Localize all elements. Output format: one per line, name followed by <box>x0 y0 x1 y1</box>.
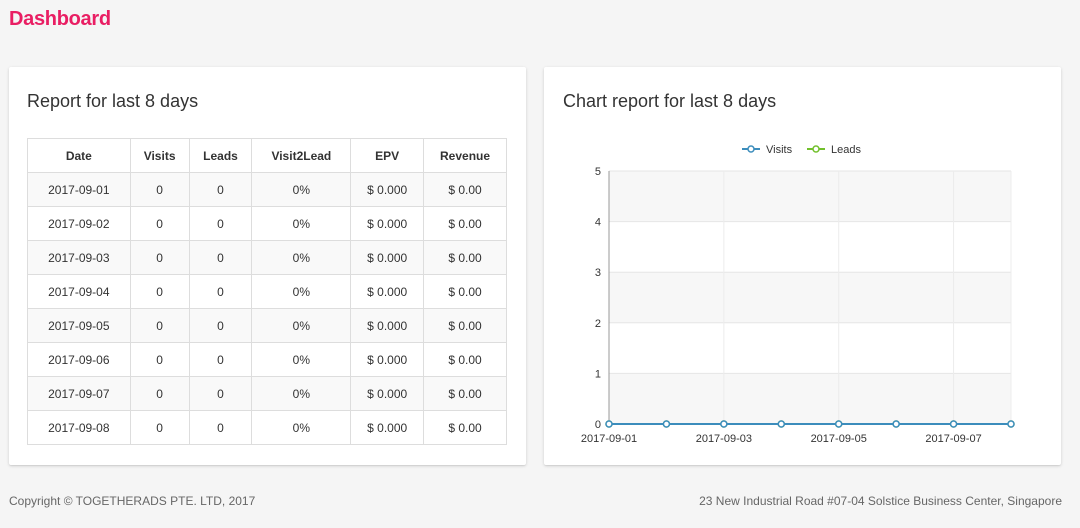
column-header-revenue: Revenue <box>423 138 507 173</box>
table-cell: $ 0.000 <box>350 410 425 445</box>
table-cell: $ 0.000 <box>350 172 425 207</box>
table-cell: 0 <box>188 410 253 445</box>
table-cell: $ 0.00 <box>423 172 507 207</box>
table-header-row: Date Visits Leads Visit2Lead EPV Revenue <box>27 138 507 173</box>
table-row: 2017-09-03 0 0 0% $ 0.000 $ 0.00 <box>27 240 507 275</box>
table-cell: 0 <box>129 240 190 275</box>
table-cell: 2017-09-08 <box>27 410 131 445</box>
report-card: Report for last 8 days Date Visits Leads Vi… <box>9 67 526 465</box>
data-point-visits <box>777 420 786 428</box>
table-cell: $ 0.00 <box>423 410 507 445</box>
table-cell: 0 <box>129 172 190 207</box>
table-cell: 0 <box>129 274 190 309</box>
data-point-visits <box>720 420 728 428</box>
table-row: 2017-09-05 0 0 0% $ 0.000 $ 0.00 <box>27 308 507 343</box>
data-point-visits <box>605 420 613 428</box>
legend-marker-leads <box>812 145 820 153</box>
grid-band <box>609 272 1011 323</box>
column-header-date: Date <box>27 138 131 173</box>
report-title: Report for last 8 days <box>27 91 199 111</box>
table-cell: 2017-09-06 <box>27 342 131 377</box>
table-cell: 0 <box>129 342 190 377</box>
y-tick-label: 4 <box>595 217 601 229</box>
column-header-visit2lead: Visit2Lead <box>251 138 352 173</box>
table-cell: $ 0.000 <box>350 274 425 309</box>
table-cell: $ 0.000 <box>350 308 425 343</box>
data-point-visits <box>662 420 671 428</box>
data-point-visits <box>892 420 900 428</box>
table-cell: 2017-09-07 <box>27 376 131 411</box>
table-row: 2017-09-04 0 0 0% $ 0.000 $ 0.00 <box>27 274 507 309</box>
y-tick-label: 3 <box>595 267 601 279</box>
legend-label-leads: Leads <box>831 144 861 156</box>
table-cell: 2017-09-01 <box>27 172 131 207</box>
table-cell: 0 <box>188 172 253 207</box>
data-point-visits <box>949 420 958 428</box>
table-cell: 0% <box>251 342 352 377</box>
table-cell: $ 0.000 <box>350 240 425 275</box>
table-cell: 2017-09-05 <box>27 308 131 343</box>
data-point-visits <box>834 420 843 428</box>
page-title: Dashboard <box>9 8 111 30</box>
table-cell: 0% <box>251 376 352 411</box>
table-cell: $ 0.00 <box>423 342 507 377</box>
table-row: 2017-09-07 0 0 0% $ 0.000 $ 0.00 <box>27 376 507 411</box>
footer-copyright: Copyright © TOGETHERADS PTE. LTD, 2017 <box>9 494 256 508</box>
table-cell: $ 0.00 <box>423 206 507 241</box>
table-row: 2017-09-08 0 0 0% $ 0.000 $ 0.00 <box>27 410 507 445</box>
table-cell: 2017-09-04 <box>27 274 131 309</box>
table-cell: 0% <box>251 410 352 445</box>
line-chart: 0 1 2 3 4 5 2017-09-01 2017-09-03 2017-09-05 2017… <box>581 144 1015 445</box>
table-row: 2017-09-06 0 0 0% $ 0.000 $ 0.00 <box>27 342 507 377</box>
table-cell: 0 <box>188 206 253 241</box>
table-cell: 0% <box>251 240 352 275</box>
table-cell: 0% <box>251 206 352 241</box>
column-header-epv: EPV <box>350 138 425 173</box>
table-cell: 0 <box>188 308 253 343</box>
table-cell: $ 0.00 <box>423 240 507 275</box>
table-cell: $ 0.00 <box>423 376 507 411</box>
chart-card: Chart report for last 8 days 0 1 2 3 4 5 2017-… <box>544 67 1061 465</box>
footer-address: 23 New Industrial Road #07-04 Solstice B… <box>699 494 1062 508</box>
table-cell: $ 0.000 <box>350 206 425 241</box>
legend-label-visits: Visits <box>766 144 793 156</box>
table-cell: 0 <box>129 206 190 241</box>
table-cell: 0 <box>188 240 253 275</box>
x-tick-label: 2017-09-07 <box>925 433 981 445</box>
table-cell: 2017-09-02 <box>27 206 131 241</box>
table-row: 2017-09-01 0 0 0% $ 0.000 $ 0.00 <box>27 172 507 207</box>
x-tick-label: 2017-09-03 <box>696 433 752 445</box>
legend-marker-visits <box>747 145 755 153</box>
table-cell: $ 0.000 <box>350 376 425 411</box>
data-point-visits <box>1007 420 1015 428</box>
x-tick-label: 2017-09-05 <box>811 433 867 445</box>
y-tick-label: 2 <box>595 318 601 330</box>
y-tick-label: 0 <box>595 419 601 431</box>
table-cell: 2017-09-03 <box>27 240 131 275</box>
report-table: Date Visits Leads Visit2Lead EPV Revenue 2017… <box>27 138 507 445</box>
grid-band <box>609 171 1011 222</box>
grid-band <box>609 373 1011 424</box>
table-cell: 0 <box>129 376 190 411</box>
x-tick-label: 2017-09-01 <box>581 433 637 445</box>
table-cell: $ 0.00 <box>423 308 507 343</box>
table-cell: 0 <box>129 308 190 343</box>
table-cell: $ 0.00 <box>423 274 507 309</box>
table-cell: 0% <box>251 308 352 343</box>
table-cell: $ 0.000 <box>350 342 425 377</box>
column-header-leads: Leads <box>188 138 253 173</box>
table-row: 2017-09-02 0 0 0% $ 0.000 $ 0.00 <box>27 206 507 241</box>
table-cell: 0 <box>188 274 253 309</box>
table-cell: 0 <box>188 342 253 377</box>
y-tick-label: 1 <box>595 368 601 380</box>
table-cell: 0% <box>251 172 352 207</box>
table-cell: 0% <box>251 274 352 309</box>
table-cell: 0 <box>129 410 190 445</box>
y-tick-label: 5 <box>595 166 601 178</box>
table-cell: 0 <box>188 376 253 411</box>
column-header-visits: Visits <box>129 138 190 173</box>
